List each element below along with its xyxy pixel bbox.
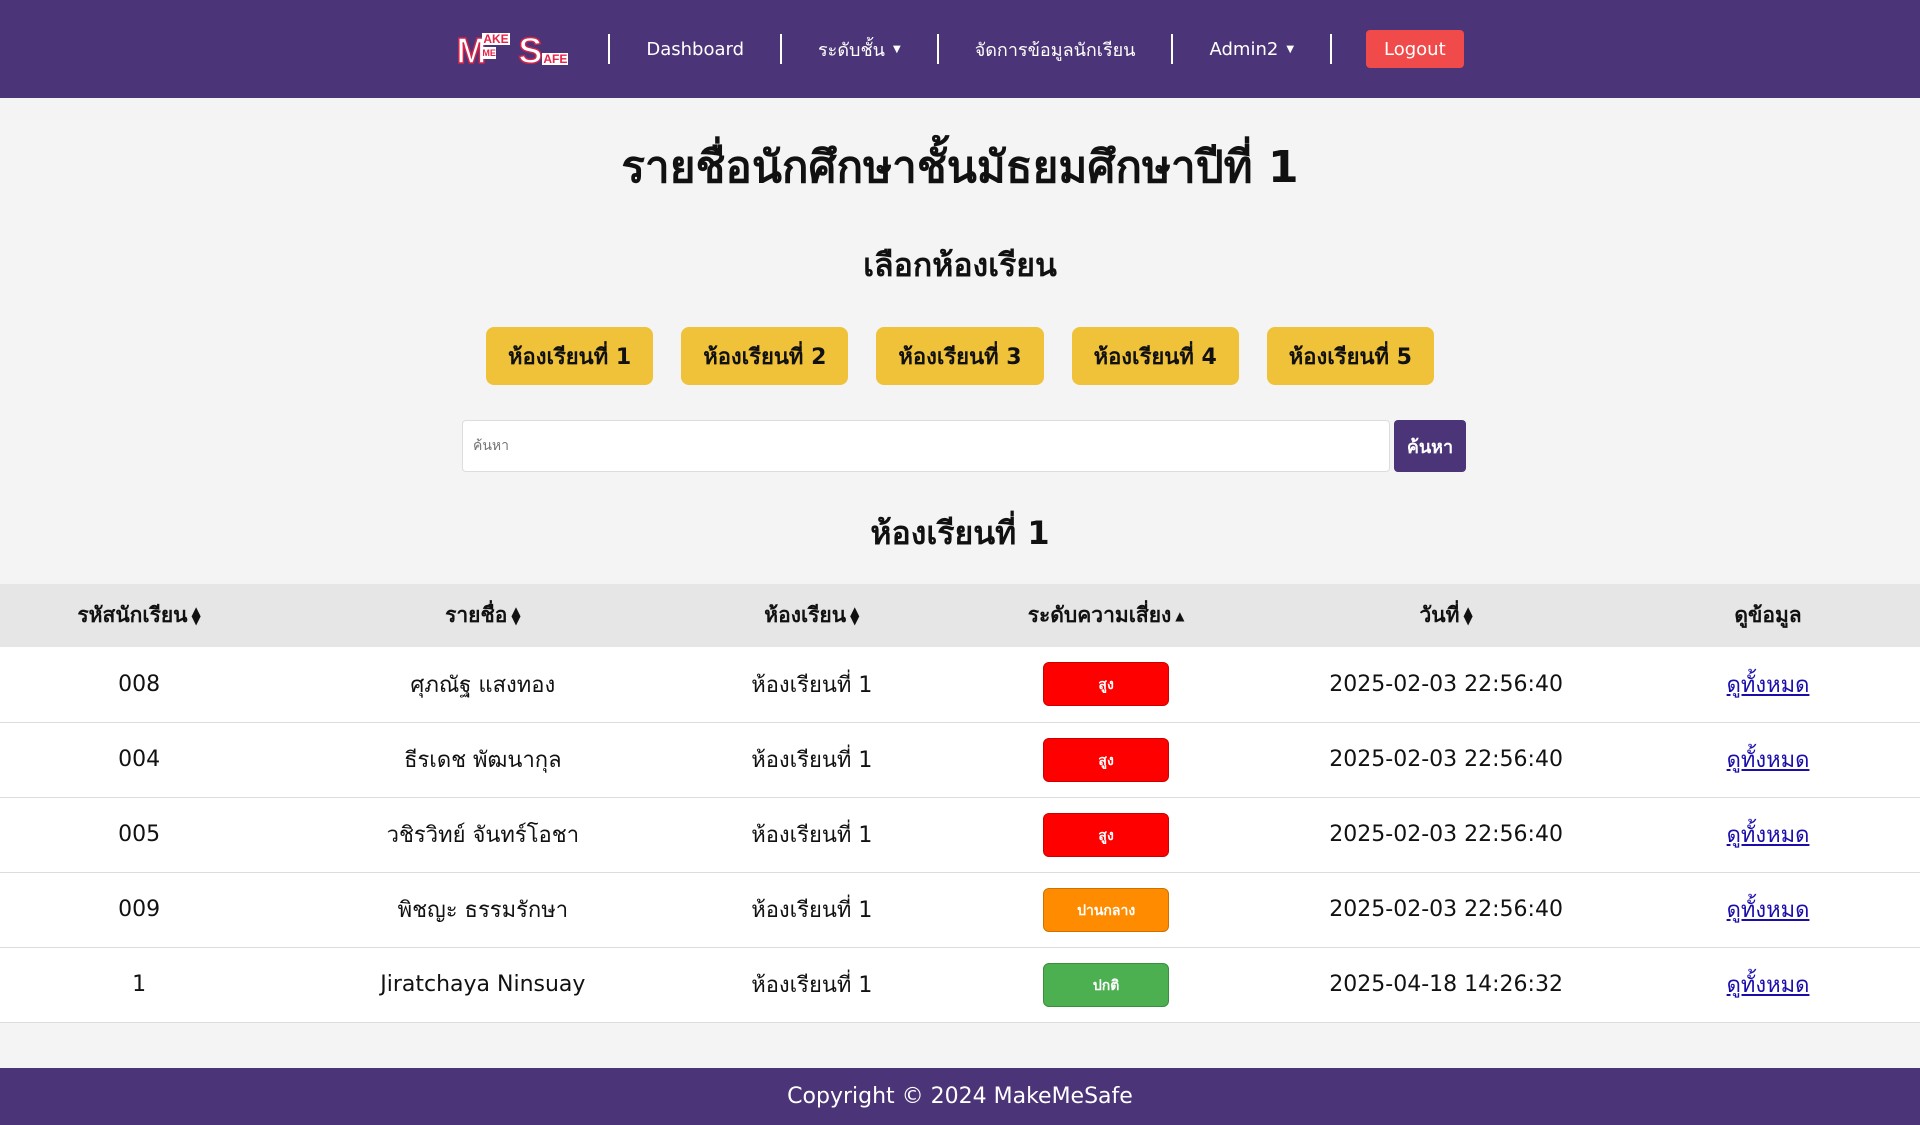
table-row: 004 ธีรเดช พัฒนากุล ห้องเรียนที่ 1 สูง 2… bbox=[0, 722, 1920, 797]
student-name-cell: วชิรวิทย์ จันทร์โอชา bbox=[386, 823, 580, 848]
student-name-cell: Jiratchaya Ninsuay bbox=[380, 972, 586, 997]
student-id-cell: 004 bbox=[118, 747, 161, 772]
room-2-button[interactable]: ห้องเรียนที่ 2 bbox=[681, 327, 849, 385]
nav-divider bbox=[1330, 34, 1333, 64]
caret-down-icon: ▼ bbox=[1286, 43, 1295, 55]
room-cell: ห้องเรียนที่ 1 bbox=[751, 823, 873, 848]
student-name-cell: ธีรเดช พัฒนากุล bbox=[404, 748, 562, 773]
sort-asc-icon[interactable]: ▲ bbox=[1175, 610, 1184, 622]
student-id-cell: 005 bbox=[118, 822, 161, 847]
room-4-button[interactable]: ห้องเรียนที่ 4 bbox=[1071, 327, 1239, 385]
risk-badge: ปานกลาง bbox=[1043, 887, 1170, 932]
search-bar: ค้นหา bbox=[462, 420, 1466, 472]
nav-admin-dropdown[interactable]: Admin2 ▼ bbox=[1173, 39, 1330, 60]
col-header-student-id[interactable]: รหัสนักเรียน ▲ ▼ bbox=[0, 584, 278, 647]
col-header-risk-level[interactable]: ระดับความเสี่ยง ▲ bbox=[936, 584, 1276, 647]
col-header-room[interactable]: ห้องเรียน ▲ ▼ bbox=[688, 584, 937, 647]
table-row: 008 ศุภณัฐ แสงทอง ห้องเรียนที่ 1 สูง 202… bbox=[0, 647, 1920, 722]
room-button-group: ห้องเรียนที่ 1 ห้องเรียนที่ 2 ห้องเรียนท… bbox=[0, 327, 1920, 385]
date-cell: 2025-02-03 22:56:40 bbox=[1329, 671, 1563, 697]
date-cell: 2025-02-03 22:56:40 bbox=[1329, 897, 1563, 922]
table-row: 1 Jiratchaya Ninsuay ห้องเรียนที่ 1 ปกติ… bbox=[0, 947, 1920, 1022]
view-all-link[interactable]: ดูทั้งหมด bbox=[1727, 673, 1810, 698]
footer: Copyright © 2024 MakeMeSafe bbox=[0, 1068, 1920, 1125]
nav-dashboard[interactable]: Dashboard bbox=[610, 39, 780, 60]
logout-button[interactable]: Logout bbox=[1366, 30, 1464, 68]
view-all-link[interactable]: ดูทั้งหมด bbox=[1727, 898, 1810, 923]
nav-grade-level-dropdown[interactable]: ระดับชั้น ▼ bbox=[782, 35, 937, 64]
risk-badge: สูง bbox=[1043, 737, 1170, 782]
risk-badge: สูง bbox=[1043, 662, 1170, 707]
sort-icon[interactable]: ▲ ▼ bbox=[850, 605, 859, 626]
risk-badge: ปกติ bbox=[1043, 962, 1170, 1007]
room-3-button[interactable]: ห้องเรียนที่ 3 bbox=[876, 327, 1044, 385]
students-table: รหัสนักเรียน ▲ ▼ รายชื่อ ▲ ▼ ห้องเรียน ▲ ▼ ระด… bbox=[0, 584, 1920, 1023]
search-button[interactable]: ค้นหา bbox=[1394, 420, 1466, 472]
risk-badge: สูง bbox=[1043, 812, 1170, 857]
col-header-date[interactable]: วันที่ ▲ ▼ bbox=[1276, 584, 1616, 647]
view-all-link[interactable]: ดูทั้งหมด bbox=[1727, 973, 1810, 998]
student-name-cell: ศุภณัฐ แสงทอง bbox=[410, 672, 556, 698]
room-1-button[interactable]: ห้องเรียนที่ 1 bbox=[485, 327, 654, 385]
room-5-button[interactable]: ห้องเรียนที่ 5 bbox=[1266, 327, 1434, 385]
view-all-link[interactable]: ดูทั้งหมด bbox=[1727, 748, 1810, 773]
sort-icon[interactable]: ▲ ▼ bbox=[511, 605, 520, 626]
search-input[interactable] bbox=[462, 420, 1390, 472]
table-row: 005 วชิรวิทย์ จันทร์โอชา ห้องเรียนที่ 1 … bbox=[0, 797, 1920, 872]
date-cell: 2025-04-18 14:26:32 bbox=[1329, 972, 1563, 997]
student-id-cell: 009 bbox=[118, 897, 161, 922]
sort-icon[interactable]: ▲ ▼ bbox=[192, 605, 201, 626]
table-row: 009 พิชญะ ธรรมรักษา ห้องเรียนที่ 1 ปานกล… bbox=[0, 872, 1920, 947]
choose-room-title: เลือกห้องเรียน bbox=[863, 246, 1057, 284]
date-cell: 2025-02-03 22:56:40 bbox=[1329, 747, 1563, 772]
student-id-cell: 1 bbox=[132, 972, 147, 997]
date-cell: 2025-02-03 22:56:40 bbox=[1329, 822, 1563, 847]
student-name-cell: พิชญะ ธรรมรักษา bbox=[397, 898, 569, 923]
room-cell: ห้องเรียนที่ 1 bbox=[751, 898, 873, 923]
col-header-name[interactable]: รายชื่อ ▲ ▼ bbox=[278, 584, 687, 647]
copyright-text: Copyright © 2024 MakeMeSafe bbox=[787, 1084, 1133, 1109]
student-id-cell: 008 bbox=[118, 671, 161, 697]
col-header-view: ดูข้อมูล bbox=[1734, 603, 1802, 627]
current-room-heading: ห้องเรียนที่ 1 bbox=[870, 514, 1050, 552]
top-navbar: M AKE ME S AFE Dashboard ระดับชั้น ▼ จัด… bbox=[0, 0, 1920, 98]
room-cell: ห้องเรียนที่ 1 bbox=[751, 748, 873, 773]
makemesafe-logo[interactable]: M AKE ME S AFE bbox=[456, 29, 569, 69]
room-cell: ห้องเรียนที่ 1 bbox=[751, 672, 873, 698]
view-all-link[interactable]: ดูทั้งหมด bbox=[1727, 823, 1810, 848]
table-header-row: รหัสนักเรียน ▲ ▼ รายชื่อ ▲ ▼ ห้องเรียน ▲ ▼ ระด… bbox=[0, 584, 1920, 647]
sort-icon[interactable]: ▲ ▼ bbox=[1464, 605, 1473, 626]
page-title: รายชื่อนักศึกษาชั้นมัธยมศึกษาปีที่ 1 bbox=[621, 142, 1299, 193]
caret-down-icon: ▼ bbox=[892, 43, 901, 55]
room-cell: ห้องเรียนที่ 1 bbox=[751, 973, 873, 998]
nav-manage-students[interactable]: จัดการข้อมูลนักเรียน bbox=[939, 35, 1172, 64]
